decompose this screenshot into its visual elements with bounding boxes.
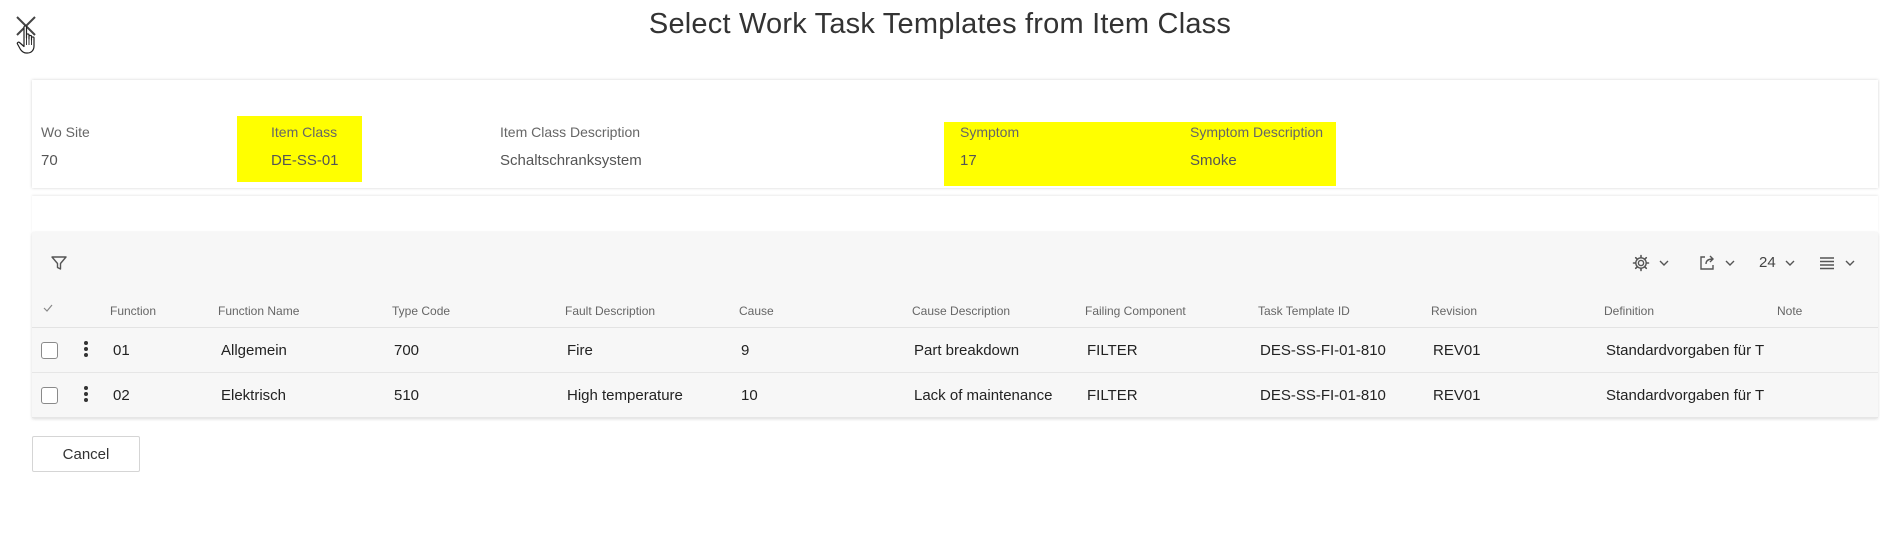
item-class-description-field: Item Class Description Schaltschranksyst… bbox=[500, 124, 642, 169]
cancel-button[interactable]: Cancel bbox=[32, 436, 140, 472]
cell-revision: REV01 bbox=[1433, 342, 1481, 359]
chevron-down-icon bbox=[1844, 257, 1856, 269]
wo-site-field: Wo Site 70 bbox=[41, 124, 90, 169]
cell-function: 01 bbox=[113, 342, 130, 359]
table-header-row: Function Function Name Type Code Fault D… bbox=[32, 296, 1878, 328]
column-chooser-icon bbox=[1818, 254, 1836, 272]
page-size-selector[interactable]: 24 bbox=[1759, 254, 1796, 271]
column-header-function[interactable]: Function bbox=[110, 304, 156, 318]
cell-fault-description: Fire bbox=[567, 342, 593, 359]
column-header-type-code[interactable]: Type Code bbox=[392, 304, 450, 318]
gear-icon bbox=[1632, 254, 1650, 272]
cell-task-template-id: DES-SS-FI-01-810 bbox=[1260, 342, 1386, 359]
cell-cause: 10 bbox=[741, 387, 758, 404]
column-header-cause-description[interactable]: Cause Description bbox=[912, 304, 1010, 318]
symptom-description-field: Symptom Description Smoke bbox=[1190, 124, 1323, 169]
field-label: Symptom Description bbox=[1190, 124, 1324, 140]
cell-failing-component: FILTER bbox=[1087, 342, 1138, 359]
column-header-revision[interactable]: Revision bbox=[1431, 304, 1477, 318]
field-value: Smoke bbox=[1190, 152, 1237, 169]
table-row[interactable]: 01 Allgemein 700 Fire 9 Part breakdown F… bbox=[32, 328, 1878, 373]
dialog: Select Work Task Templates from Item Cla… bbox=[0, 0, 1880, 540]
page-size-value: 24 bbox=[1759, 254, 1776, 271]
chevron-down-icon bbox=[1724, 257, 1736, 269]
chevron-down-icon bbox=[1658, 257, 1670, 269]
cell-type-code: 510 bbox=[394, 387, 420, 404]
cell-revision: REV01 bbox=[1433, 387, 1481, 404]
field-value: 70 bbox=[41, 152, 58, 169]
cell-cause-description: Part breakdown bbox=[914, 342, 1020, 359]
export-button[interactable] bbox=[1698, 254, 1736, 272]
chevron-down-icon bbox=[1784, 257, 1796, 269]
grid-toolbar: 24 bbox=[32, 232, 1878, 292]
column-header-note[interactable]: Note bbox=[1777, 304, 1802, 318]
row-select-checkbox[interactable] bbox=[41, 342, 58, 359]
cell-function: 02 bbox=[113, 387, 130, 404]
column-header-definition[interactable]: Definition bbox=[1604, 304, 1654, 318]
cell-failing-component: FILTER bbox=[1087, 387, 1138, 404]
cell-function-name: Allgemein bbox=[221, 342, 287, 359]
cell-cause-description: Lack of maintenance bbox=[914, 387, 1053, 404]
cell-definition: Standardvorgaben für Tä bbox=[1606, 387, 1764, 404]
separator-band bbox=[32, 196, 1878, 232]
task-template-grid: 24 Function Function Name Type Code Faul… bbox=[32, 232, 1878, 418]
field-label: Item Class Description bbox=[500, 124, 641, 140]
column-header-failing-component[interactable]: Failing Component bbox=[1085, 304, 1186, 318]
row-select-checkbox[interactable] bbox=[41, 387, 58, 404]
field-label: Item Class bbox=[271, 124, 338, 140]
select-all-checkmark-icon[interactable] bbox=[42, 302, 54, 317]
column-header-task-template-id[interactable]: Task Template ID bbox=[1258, 304, 1350, 318]
column-header-cause[interactable]: Cause bbox=[739, 304, 774, 318]
cell-cause: 9 bbox=[741, 342, 750, 359]
symptom-field: Symptom 17 bbox=[960, 124, 1019, 169]
filter-button[interactable] bbox=[50, 254, 68, 272]
column-header-fault-description[interactable]: Fault Description bbox=[565, 304, 655, 318]
header-card: Wo Site 70 Item Class DE-SS-01 Item Clas… bbox=[32, 80, 1878, 188]
field-label: Wo Site bbox=[41, 124, 90, 140]
field-value: Schaltschranksystem bbox=[500, 152, 642, 169]
field-value: 17 bbox=[960, 152, 977, 169]
column-chooser-button[interactable] bbox=[1818, 254, 1856, 272]
filter-icon bbox=[50, 254, 68, 272]
cell-task-template-id: DES-SS-FI-01-810 bbox=[1260, 387, 1386, 404]
row-menu-kebab-icon[interactable] bbox=[80, 340, 92, 360]
cell-function-name: Elektrisch bbox=[221, 387, 287, 404]
dialog-title: Select Work Task Templates from Item Cla… bbox=[648, 8, 1232, 40]
item-class-field: Item Class DE-SS-01 bbox=[271, 124, 339, 169]
field-value: DE-SS-01 bbox=[271, 152, 339, 169]
field-label: Symptom bbox=[960, 124, 1020, 140]
row-menu-kebab-icon[interactable] bbox=[80, 385, 92, 405]
cell-fault-description: High temperature bbox=[567, 387, 683, 404]
export-icon bbox=[1698, 254, 1716, 272]
settings-button[interactable] bbox=[1632, 254, 1670, 272]
cell-type-code: 700 bbox=[394, 342, 420, 359]
cell-definition: Standardvorgaben für Tä bbox=[1606, 342, 1764, 359]
table-row[interactable]: 02 Elektrisch 510 High temperature 10 La… bbox=[32, 373, 1878, 418]
column-header-function-name[interactable]: Function Name bbox=[218, 304, 299, 318]
